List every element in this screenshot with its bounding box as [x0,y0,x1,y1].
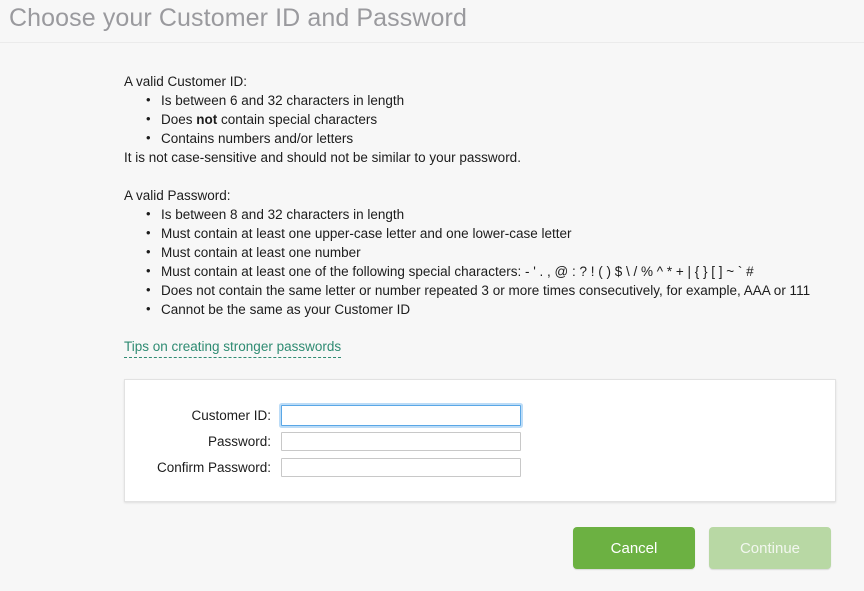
password-requirements-heading: A valid Password: [124,188,231,203]
list-item: Must contain at least one number [124,242,810,262]
list-item: Contains numbers and/or letters [124,128,521,148]
customer-id-requirements-list: Is between 6 and 32 characters in length… [124,90,521,148]
form-rows: Customer ID: Password: Confirm Password: [125,380,835,480]
list-item: Must contain at least one upper-case let… [124,223,810,243]
continue-button[interactable]: Continue [709,527,831,569]
customer-id-row: Customer ID: [125,402,835,428]
footer-button-bar: Cancel Continue [573,527,831,569]
list-item-text-prefix: Does [161,112,197,127]
customer-id-requirements-heading: A valid Customer ID: [124,74,248,89]
password-label: Password: [207,433,271,449]
cancel-button[interactable]: Cancel [573,527,695,569]
confirm-password-label: Confirm Password: [156,459,271,475]
list-item-emphasis: not [196,112,218,127]
customer-id-input[interactable] [281,404,521,426]
page-title: Choose your Customer ID and Password [9,4,467,32]
tips-on-stronger-passwords-link[interactable]: Tips on creating stronger passwords [124,338,342,358]
credentials-form-panel: Customer ID: Password: Confirm Password: [124,379,836,502]
customer-id-label: Customer ID: [191,407,271,423]
page-header: Choose your Customer ID and Password [0,0,864,43]
list-item: Does not contain the same letter or numb… [124,280,810,300]
list-item-text-suffix: contain special characters [217,112,378,127]
list-item: Must contain at least one of the followi… [124,261,810,281]
customer-id-requirements-block: A valid Customer ID: Is between 6 and 32… [124,72,521,167]
confirm-password-input[interactable] [281,457,521,477]
list-item: Is between 8 and 32 characters in length [124,204,810,224]
list-item: Cannot be the same as your Customer ID [124,299,810,319]
customer-id-footnote: It is not case-sensitive and should not … [124,150,521,165]
password-requirements-block: A valid Password: Is between 8 and 32 ch… [124,186,810,319]
list-item: Does not contain special characters [124,109,521,129]
password-row: Password: [125,428,835,454]
confirm-password-row: Confirm Password: [125,454,835,480]
list-item: Is between 6 and 32 characters in length [124,90,521,110]
password-requirements-list: Is between 8 and 32 characters in length… [124,204,810,319]
password-input[interactable] [281,431,521,451]
